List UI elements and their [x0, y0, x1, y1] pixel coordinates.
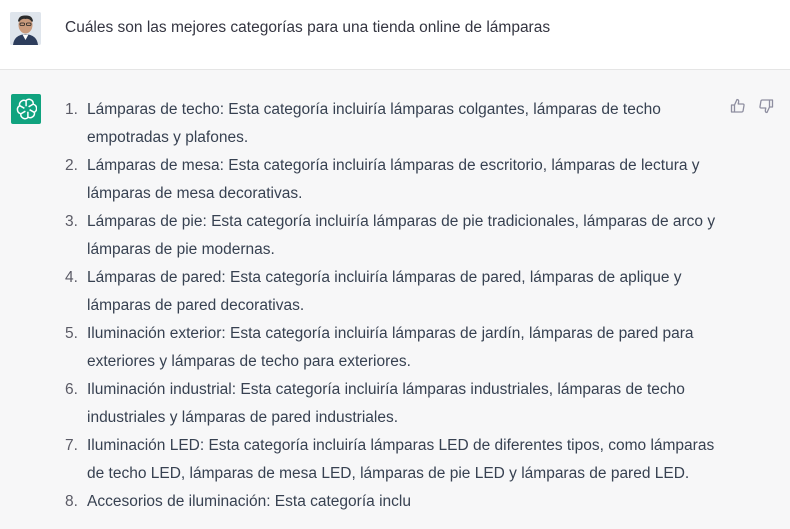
- list-item: 7. Iluminación LED: Esta categoría inclu…: [61, 432, 726, 488]
- list-item: 5. Iluminación exterior: Esta categoría …: [61, 320, 726, 376]
- list-item-number: 6.: [65, 381, 78, 398]
- list-item-text: Iluminación industrial: Esta categoría i…: [87, 381, 685, 426]
- list-item: 3. Lámparas de pie: Esta categoría inclu…: [61, 208, 726, 264]
- thumbs-up-button[interactable]: [730, 98, 746, 114]
- thumbs-down-icon: [759, 99, 774, 114]
- list-item: 6. Iluminación industrial: Esta categorí…: [61, 376, 726, 432]
- list-item-text: Lámparas de mesa: Esta categoría incluir…: [87, 157, 700, 202]
- list-item: 8. Accesorios de iluminación: Esta categ…: [61, 488, 726, 516]
- list-item-number: 7.: [65, 437, 78, 454]
- list-item-number: 3.: [65, 213, 78, 230]
- list-item-number: 5.: [65, 325, 78, 342]
- list-item-text: Iluminación exterior: Esta categoría inc…: [87, 325, 694, 370]
- user-avatar-icon: [10, 12, 41, 45]
- list-item-number: 1.: [65, 101, 78, 118]
- list-item: 1. Lámparas de techo: Esta categoría inc…: [61, 96, 726, 152]
- answer-list: 1. Lámparas de techo: Esta categoría inc…: [61, 96, 726, 516]
- list-item-number: 4.: [65, 269, 78, 286]
- openai-logo-icon: [11, 94, 41, 124]
- list-item-text: Lámparas de techo: Esta categoría inclui…: [87, 101, 661, 146]
- list-item: 4. Lámparas de pared: Esta categoría inc…: [61, 264, 726, 320]
- list-item-text: Lámparas de pared: Esta categoría inclui…: [87, 269, 682, 314]
- list-item-number: 2.: [65, 157, 78, 174]
- openai-logo-glyph: [16, 98, 37, 120]
- list-item-number: 8.: [65, 493, 78, 510]
- list-item-text: Iluminación LED: Esta categoría incluirí…: [87, 437, 715, 482]
- thumbs-down-button[interactable]: [758, 98, 774, 114]
- user-message-text: Cuáles son las mejores categorías para u…: [65, 19, 551, 36]
- list-item-text: Accesorios de iluminación: Esta categorí…: [87, 493, 411, 510]
- thumbs-up-icon: [730, 98, 745, 113]
- user-avatar: [10, 12, 41, 45]
- list-item: 2. Lámparas de mesa: Esta categoría incl…: [61, 152, 726, 208]
- assistant-message-row: 1. Lámparas de techo: Esta categoría inc…: [0, 70, 790, 529]
- list-item-text: Lámparas de pie: Esta categoría incluirí…: [87, 213, 716, 258]
- user-message-row: Cuáles son las mejores categorías para u…: [0, 0, 790, 70]
